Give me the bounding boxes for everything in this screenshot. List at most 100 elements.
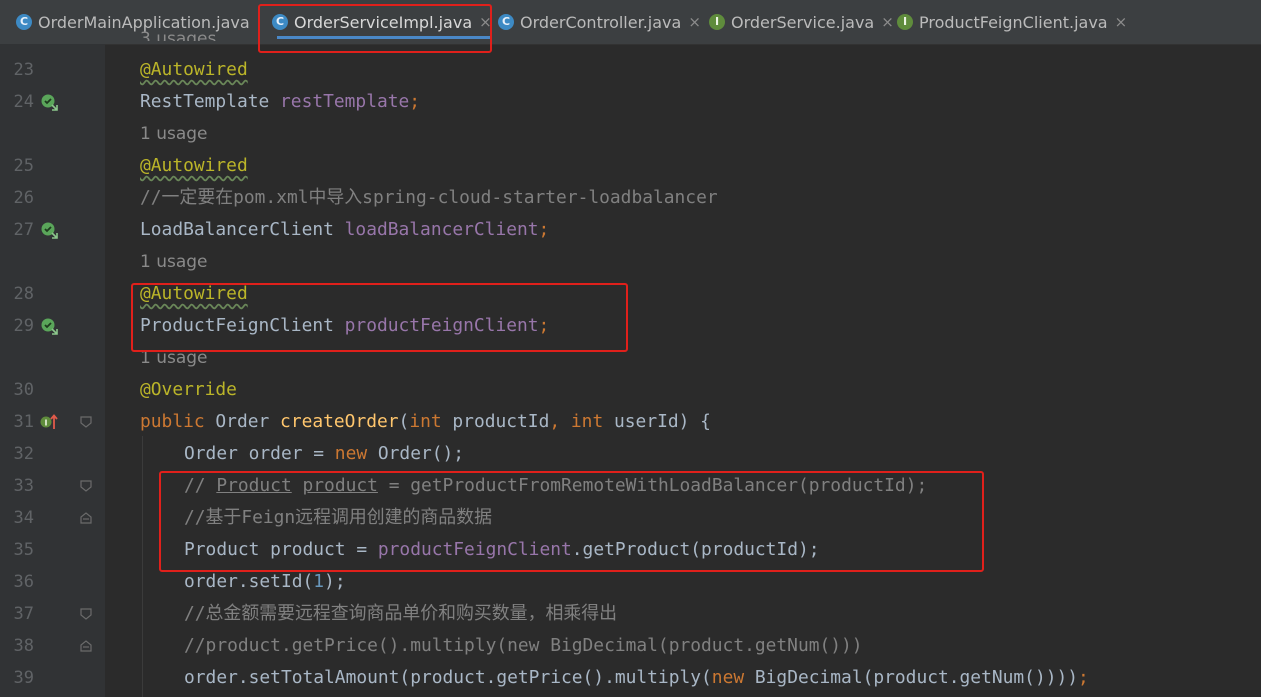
close-icon[interactable]: ×: [688, 13, 701, 31]
active-tab-indicator: [277, 36, 490, 39]
interface-icon: I: [897, 14, 913, 30]
code-token: Product product =: [184, 539, 378, 560]
close-icon[interactable]: ×: [1115, 13, 1128, 31]
line-number: 33: [13, 476, 34, 496]
comment-token: Product: [216, 475, 292, 496]
keyword: int: [409, 411, 453, 432]
code-token: Order();: [377, 443, 465, 464]
fold-end-icon[interactable]: [79, 639, 93, 653]
code-token: BigDecimal(product.getNum())): [754, 667, 1068, 688]
line-number: 24: [13, 92, 34, 112]
comment-token: = getProductFromRemoteWithLoadBalancer(p…: [377, 475, 928, 496]
number-literal: 1: [313, 571, 325, 592]
code-token: Order order =: [184, 443, 335, 464]
bean-injection-icon[interactable]: [40, 93, 58, 111]
tab-order-controller[interactable]: C OrderController.java ×: [498, 0, 701, 44]
fold-icon[interactable]: [79, 479, 93, 493]
type-name: LoadBalancerClient: [140, 219, 345, 240]
close-icon[interactable]: ×: [479, 13, 492, 31]
code-text[interactable]: @Autowired: [140, 150, 248, 182]
bean-injection-icon[interactable]: [40, 317, 58, 335]
usages-hint[interactable]: 1 usage: [140, 342, 208, 374]
code-comment[interactable]: // Product product = getProductFromRemot…: [184, 470, 927, 502]
annotation: @Autowired: [140, 283, 248, 304]
code-text[interactable]: order.setTotalAmount(product.getPrice().…: [184, 662, 1089, 694]
code-text[interactable]: RestTemplate restTemplate;: [140, 86, 420, 118]
field-name: productFeignClient: [377, 539, 572, 560]
svg-text:I: I: [45, 419, 48, 428]
field-name: restTemplate: [280, 91, 410, 112]
usages-hint[interactable]: 3 usages: [140, 23, 216, 41]
close-icon[interactable]: ×: [881, 13, 894, 31]
code-comment[interactable]: //基于Feign远程调用创建的商品数据: [184, 502, 492, 534]
code-text[interactable]: order.setId(1);: [184, 566, 346, 598]
code-token: order.setId(: [184, 571, 314, 592]
code-line: 29 ProductFeignClient productFeignClient…: [0, 310, 1261, 342]
type-name: ProductFeignClient: [140, 315, 345, 336]
code-line: 32 Order order = new Order();: [0, 438, 1261, 470]
code-line: 27 LoadBalancerClient loadBalancerClient…: [0, 214, 1261, 246]
tab-order-service-impl[interactable]: C OrderServiceImpl.java ×: [272, 0, 492, 44]
keyword: public: [140, 411, 216, 432]
line-number: 25: [13, 156, 34, 176]
line-number: 27: [13, 220, 34, 240]
class-icon: C: [272, 14, 288, 30]
bean-injection-icon[interactable]: [40, 221, 58, 239]
usages-hint[interactable]: 1 usage: [140, 246, 208, 278]
code-token: .getProduct(productId);: [571, 539, 820, 560]
code-line: 31 I public Order createOrder(int produc…: [0, 406, 1261, 438]
fold-end-icon[interactable]: [79, 511, 93, 525]
spring-app-class-icon: C: [16, 14, 32, 30]
parameter: userId: [614, 411, 679, 432]
tab-label: OrderServiceImpl.java: [294, 12, 473, 32]
line-number: 23: [13, 60, 34, 80]
punctuation: (: [398, 411, 410, 432]
code-text[interactable]: @Autowired: [140, 54, 248, 86]
line-number: 36: [13, 572, 34, 592]
code-text[interactable]: LoadBalancerClient loadBalancerClient;: [140, 214, 549, 246]
line-number: 28: [13, 284, 34, 304]
semicolon: ;: [409, 91, 421, 112]
code-text[interactable]: @Autowired: [140, 278, 248, 310]
code-text[interactable]: @Override: [140, 374, 237, 406]
annotation: @Autowired: [140, 155, 248, 176]
semicolon: ;: [538, 315, 550, 336]
keyword: new: [334, 443, 378, 464]
fold-icon[interactable]: [79, 607, 93, 621]
comment-token: product: [302, 475, 378, 496]
comment-token: [292, 475, 303, 496]
line-number: 39: [13, 668, 34, 688]
semicolon: ;: [538, 219, 550, 240]
field-name: loadBalancerClient: [344, 219, 539, 240]
line-number: 38: [13, 636, 34, 656]
tab-label: OrderService.java: [731, 12, 875, 32]
punctuation: ,: [549, 411, 571, 432]
line-number: 29: [13, 316, 34, 336]
fold-icon[interactable]: [79, 415, 93, 429]
code-comment[interactable]: //总金额需要远程查询商品单价和购买数量，相乘得出: [184, 598, 617, 630]
code-text[interactable]: ProductFeignClient productFeignClient;: [140, 310, 549, 342]
code-token: );: [324, 571, 346, 592]
code-line: 25 @Autowired: [0, 150, 1261, 182]
usages-hint[interactable]: 1 usage: [140, 118, 208, 150]
code-line: 34 //基于Feign远程调用创建的商品数据: [0, 502, 1261, 534]
code-text[interactable]: Order order = new Order();: [184, 438, 464, 470]
code-line: 30 @Override: [0, 374, 1261, 406]
code-text[interactable]: public Order createOrder(int productId, …: [140, 406, 711, 438]
type-name: Order: [215, 411, 281, 432]
line-number: 32: [13, 444, 34, 464]
tab-label: ProductFeignClient.java: [919, 12, 1108, 32]
tab-order-service[interactable]: I OrderService.java ×: [709, 0, 894, 44]
implements-method-icon[interactable]: I: [40, 413, 58, 431]
code-line: 33 // Product product = getProductFromRe…: [0, 470, 1261, 502]
line-number: 37: [13, 604, 34, 624]
code-line: 24 RestTemplate restTemplate;: [0, 86, 1261, 118]
code-line: 28 @Autowired: [0, 278, 1261, 310]
code-comment[interactable]: //一定要在pom.xml中导入spring-cloud-starter-loa…: [140, 182, 718, 214]
tab-product-feign-client[interactable]: I ProductFeignClient.java ×: [897, 0, 1127, 44]
code-comment[interactable]: //product.getPrice().multiply(new BigDec…: [184, 630, 863, 662]
line-number: 31: [13, 412, 34, 432]
keyword: new: [711, 667, 755, 688]
code-text[interactable]: Product product = productFeignClient.get…: [184, 534, 820, 566]
code-line: 36 order.setId(1);: [0, 566, 1261, 598]
